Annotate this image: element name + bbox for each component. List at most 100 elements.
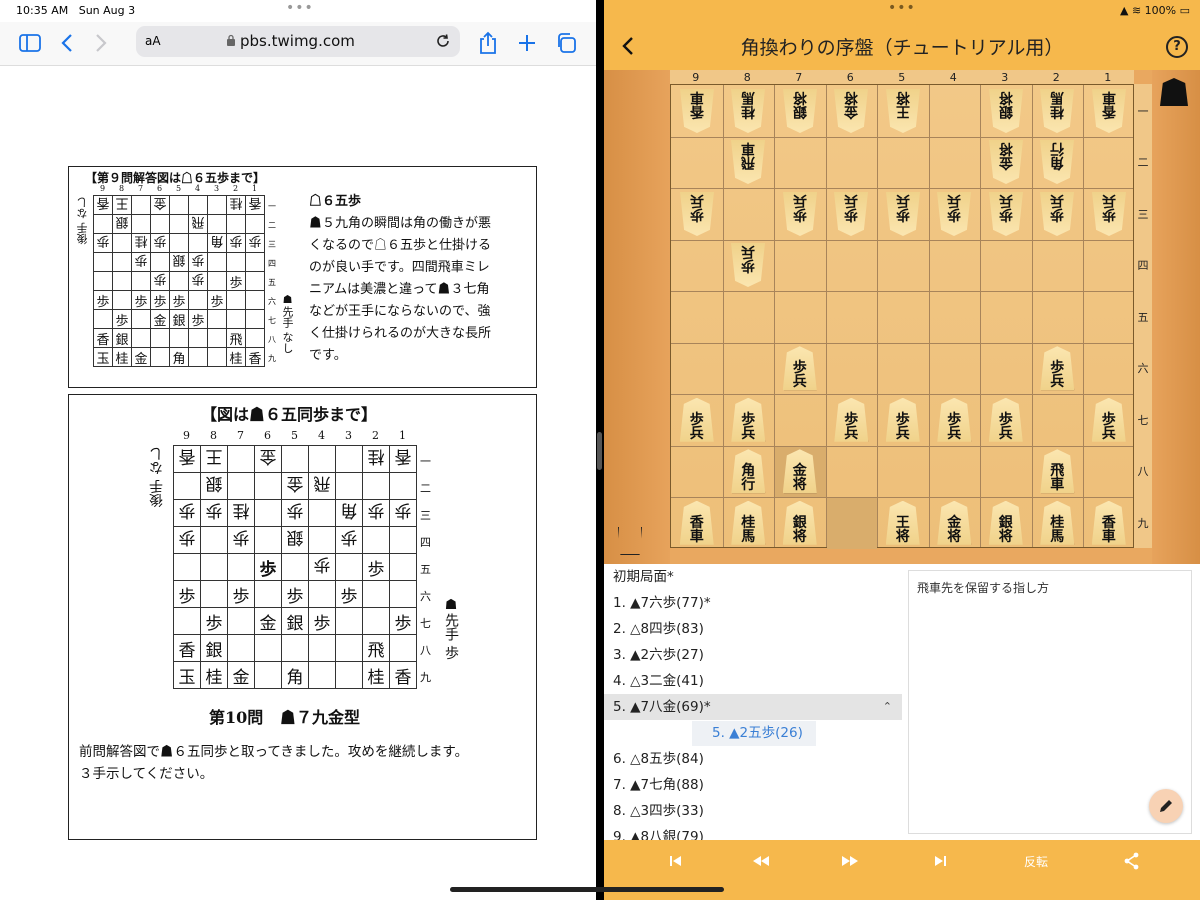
sidebar-icon[interactable] [17,30,43,56]
diagram-square [207,347,227,367]
diagram-piece: 銀 [286,527,304,548]
share-icon[interactable] [1120,850,1144,872]
diagram-square [245,252,265,272]
move-item[interactable]: 9. ▲8八銀(79) [604,824,902,840]
diagram-square: 歩 [335,580,363,608]
move-item[interactable]: 6. △8五歩(84) [604,746,902,772]
move-list[interactable]: 初期局面* 1. ▲7六歩(77)* 2. △8四歩(83) 3. ▲2六歩(27) 4… [604,564,902,840]
shogi-piece[interactable]: 歩兵 [886,191,920,236]
shogi-board[interactable]: 香車桂馬銀将金将王将銀将桂馬香車飛車金将角行歩兵歩兵歩兵歩兵歩兵歩兵歩兵歩兵歩兵… [670,84,1134,549]
shogi-piece[interactable]: 角行 [1040,140,1074,184]
diagram-square [226,309,246,329]
shogi-piece[interactable]: 歩兵 [989,191,1023,236]
new-tab-icon[interactable] [514,30,540,56]
shogi-piece[interactable]: 角行 [731,449,766,494]
shogi-piece[interactable]: 桂馬 [1040,88,1074,133]
tabs-icon[interactable] [553,30,579,56]
shogi-piece[interactable]: 歩兵 [1091,397,1126,442]
move-item[interactable]: 4. △3二金(41) [604,668,902,694]
shogi-piece[interactable]: 歩兵 [782,346,817,391]
grid-line [671,239,1133,241]
diagram-col-label: 3 [345,429,352,442]
shogi-piece[interactable]: 金将 [834,88,868,133]
diagram-square: 銀 [169,309,189,329]
multitask-dots[interactable]: ••• [286,0,314,16]
shogi-piece[interactable]: 歩兵 [834,397,869,442]
diagram-square [335,661,363,689]
fast-forward-icon[interactable] [838,850,862,872]
shogi-piece[interactable]: 飛車 [1040,449,1075,494]
rewind-icon[interactable] [749,850,773,872]
shogi-piece[interactable]: 歩兵 [1040,191,1074,236]
shogi-piece[interactable]: 銀将 [782,500,817,545]
split-divider[interactable] [596,0,604,900]
move-item[interactable]: 7. ▲7七角(88) [604,772,902,798]
shogi-piece[interactable]: 金将 [782,449,817,494]
edit-pencil-icon[interactable] [1149,789,1183,823]
diagram-square: 歩 [254,553,282,581]
diagram-square: 歩 [169,290,189,310]
shogi-piece[interactable]: 金将 [937,500,972,545]
shogi-piece[interactable]: 歩兵 [783,191,817,236]
shogi-piece[interactable]: 香車 [1091,500,1126,545]
move-item[interactable]: 1. ▲7六歩(77)* [604,590,902,616]
status-bar-right: ▲ ≋ 100% ▭ [1119,4,1190,17]
move-item[interactable]: 3. ▲2六歩(27) [604,642,902,668]
initial-position-item[interactable]: 初期局面* [604,564,902,590]
shogi-piece[interactable]: 歩兵 [731,397,766,442]
diagram-square: 銀 [112,214,132,234]
shogi-piece[interactable]: 歩兵 [937,191,971,236]
flip-board-button[interactable]: 反転 [1016,850,1056,872]
comment-line: などが王手にならないので、強 [309,304,491,319]
diagram-square: 金 [150,195,170,215]
diagram-col-label: 4 [194,184,201,193]
share-icon[interactable] [475,30,501,56]
first-move-icon[interactable] [664,850,688,872]
move-item[interactable]: 5. ▲7八金(69)* ⌃ [604,694,902,720]
text-size-button[interactable]: aA [145,34,161,48]
grid-line [825,85,827,547]
back-icon[interactable] [54,30,80,56]
shogi-piece[interactable]: 桂馬 [1040,500,1075,545]
shogi-piece[interactable]: 香車 [680,88,714,133]
shogi-piece[interactable]: 歩兵 [1092,191,1126,236]
shogi-piece[interactable]: 王将 [886,88,920,133]
shogi-piece[interactable]: 歩兵 [679,397,714,442]
last-move-icon[interactable] [928,850,952,872]
shogi-piece[interactable]: 王将 [885,500,920,545]
document-image: 【第９問解答図は☖６五歩まで】 987654321 香王金桂香銀飛歩桂歩角歩歩歩… [0,67,596,900]
shogi-piece[interactable]: 桂馬 [731,88,765,133]
comment-line: です。 [309,348,347,363]
shogi-piece[interactable]: 歩兵 [937,397,972,442]
shogi-piece[interactable]: 香車 [679,500,714,545]
shogi-piece[interactable]: 歩兵 [1040,346,1075,391]
shogi-piece[interactable]: 銀将 [783,88,817,133]
diagram-piece: 歩 [229,275,243,291]
shogi-piece[interactable]: 歩兵 [834,191,868,236]
move-item[interactable]: 2. △8四歩(83) [604,616,902,642]
diagram-col-label: 1 [399,429,406,442]
shogi-piece[interactable]: 金将 [989,140,1023,184]
collapse-caret-icon[interactable]: ⌃ [883,694,892,720]
multitask-dots-right[interactable]: ••• [888,0,916,16]
shogi-piece[interactable]: 飛車 [731,140,765,184]
branch-move-item[interactable]: 5. ▲2五歩(26) [692,721,816,746]
shogi-piece[interactable]: 歩兵 [680,191,714,236]
shogi-piece[interactable]: 香車 [1092,88,1126,133]
help-icon[interactable]: ? [1166,36,1188,58]
move-item[interactable]: 8. △3四歩(33) [604,798,902,824]
shogi-piece[interactable]: 銀将 [988,500,1023,545]
forward-icon[interactable] [88,30,114,56]
diagram-square [200,580,228,608]
shogi-piece[interactable]: 歩兵 [731,243,765,287]
move-label: 9. ▲8八銀(79) [613,829,704,840]
divider-grip[interactable] [597,432,602,470]
shogi-piece[interactable]: 歩兵 [988,397,1023,442]
diagram-square: 銀 [200,472,228,500]
shogi-piece[interactable]: 桂馬 [731,500,766,545]
reload-icon[interactable] [434,32,452,50]
shogi-piece[interactable]: 銀将 [989,88,1023,133]
address-bar[interactable]: aA pbs.twimg.com [136,26,460,57]
diagram-square [254,661,282,689]
shogi-piece[interactable]: 歩兵 [885,397,920,442]
